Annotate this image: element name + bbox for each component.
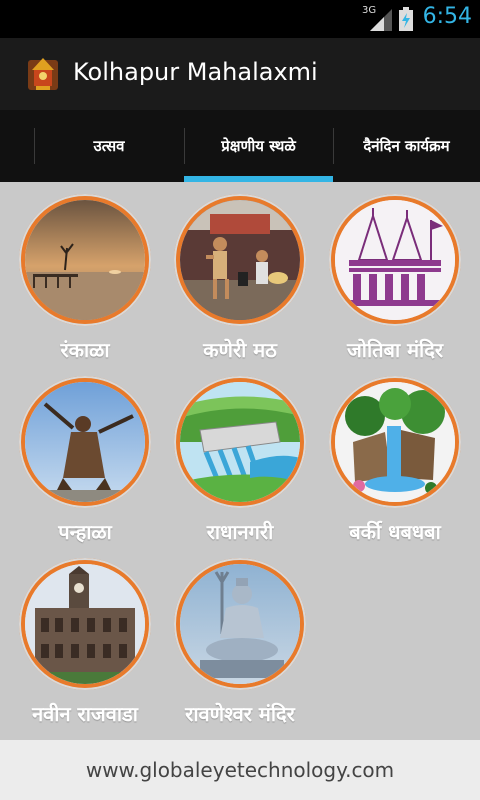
- palace-image: [25, 564, 145, 684]
- place-item-panhala[interactable]: पन्हाळा: [5, 370, 165, 552]
- tab-sightseeing[interactable]: प्रेक्षणीय स्थळे: [184, 110, 333, 182]
- temple-icon[interactable]: [26, 56, 60, 92]
- place-ring: [19, 194, 151, 326]
- place-ring: [174, 376, 306, 508]
- place-item-rankala[interactable]: रंकाळा: [5, 188, 165, 370]
- waterfall-image: [335, 382, 455, 502]
- battery-charging-icon: [399, 7, 413, 31]
- place-label: बर्की धबधबा: [349, 520, 441, 544]
- selected-tab-indicator: [184, 176, 333, 182]
- signal-icon: [370, 9, 392, 31]
- place-ring: [174, 194, 306, 326]
- place-ring: [329, 376, 461, 508]
- place-item-jotiba-temple[interactable]: जोतिबा मंदिर: [315, 188, 475, 370]
- tab-festivals[interactable]: उत्सव: [34, 110, 184, 182]
- place-item-new-palace[interactable]: नवीन राजवाडा: [5, 552, 165, 734]
- place-item-radhanagari[interactable]: राधानगरी: [160, 370, 320, 552]
- warrior-statue-image: [25, 382, 145, 502]
- jotiba-temple-image: [335, 200, 455, 320]
- shiva-statue-image: [180, 564, 300, 684]
- place-label: जोतिबा मंदिर: [346, 338, 444, 362]
- clock: 6:54: [422, 4, 472, 29]
- lake-sunset-image: [25, 200, 145, 320]
- place-item-barki-waterfall[interactable]: बर्की धबधबा: [315, 370, 475, 552]
- footer-website-link[interactable]: www.globaleyetechnology.com: [0, 740, 480, 800]
- place-label: रावणेश्वर मंदिर: [185, 702, 295, 726]
- tab-daily-schedule[interactable]: दैनंदिन कार्यक्रम: [333, 110, 480, 182]
- place-ring: [19, 558, 151, 690]
- place-label: राधानगरी: [206, 520, 274, 544]
- place-label: रंकाळा: [60, 338, 110, 362]
- place-label: कणेरी मठ: [203, 338, 277, 362]
- place-item-ravaneshwar-temple[interactable]: रावणेश्वर मंदिर: [160, 552, 320, 734]
- app-title: Kolhapur Mahalaxmi: [73, 58, 318, 86]
- status-bar: 3G 6:54: [0, 0, 480, 38]
- place-label: नवीन राजवाडा: [32, 702, 138, 726]
- dam-image: [180, 382, 300, 502]
- math-statues-image: [180, 200, 300, 320]
- place-label: पन्हाळा: [58, 520, 112, 544]
- place-ring: [329, 194, 461, 326]
- place-ring: [19, 376, 151, 508]
- place-item-kaneri-math[interactable]: कणेरी मठ: [160, 188, 320, 370]
- place-ring: [174, 558, 306, 690]
